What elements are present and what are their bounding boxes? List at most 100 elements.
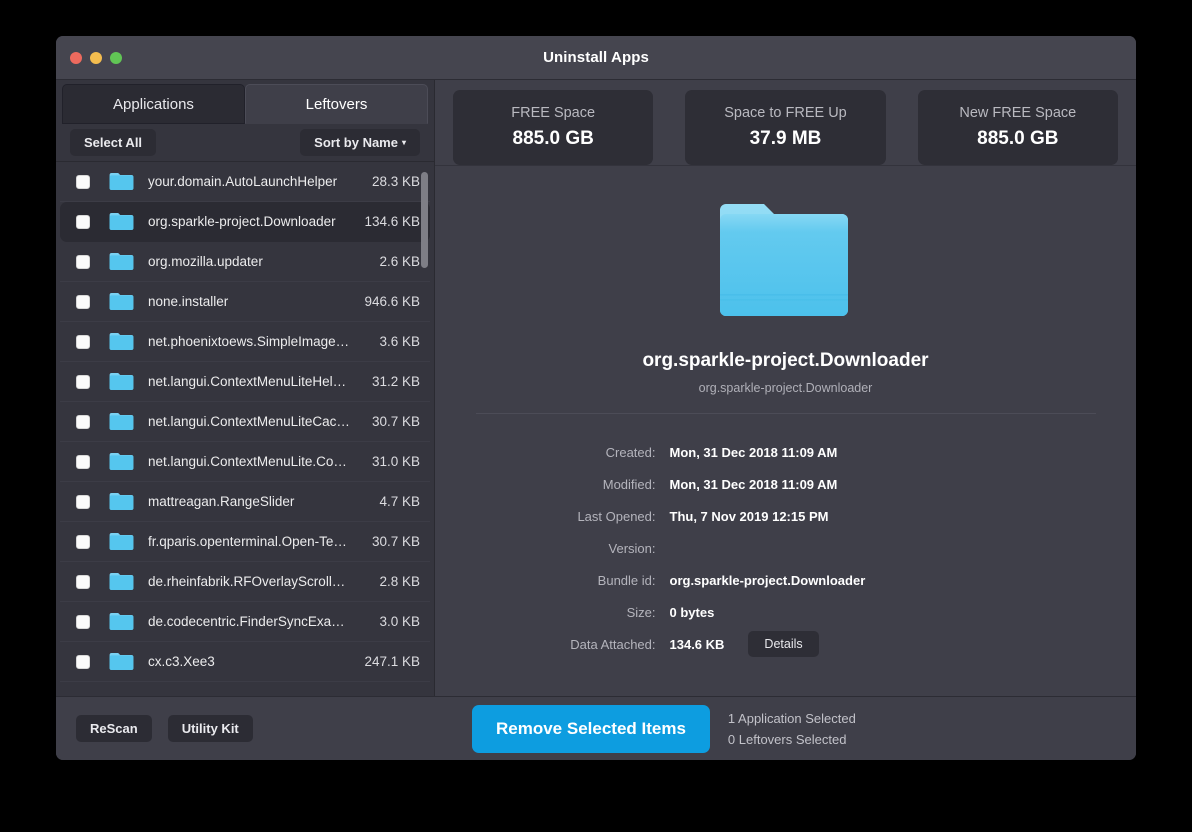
tab-applications[interactable]: Applications [62,84,245,124]
list-item-size: 2.8 KB [379,574,420,589]
tab-applications-label: Applications [113,95,194,113]
list-item[interactable]: your.domain.AutoLaunchHelper 28.3 KB [60,162,430,202]
detail-subtitle: org.sparkle-project.Downloader [698,381,873,395]
list-item-name: net.phoenixtoews.SimpleImage… [148,334,350,349]
list-item[interactable]: cx.c3.Xee3 247.1 KB [60,642,430,682]
item-checkbox[interactable] [76,414,90,429]
item-checkbox[interactable] [76,614,90,629]
stat-card-label: New FREE Space [959,105,1077,121]
list-item-size: 134.6 KB [364,214,420,229]
list-item-name: fr.qparis.openterminal.Open-Te… [148,534,347,549]
list-item-name: cx.c3.Xee3 [148,654,215,669]
detail-field-row: Created: Mon, 31 Dec 2018 11:09 AM [476,436,1096,468]
detail-field-value: Mon, 31 Dec 2018 11:09 AM [669,444,838,460]
detail-field-value: org.sparkle-project.Downloader [669,572,866,588]
rescan-button[interactable]: ReScan [76,715,152,742]
folder-icon [716,198,856,322]
list-toolbar: Select All Sort by Name ▾ [56,124,434,162]
details-button-label: Details [764,637,803,651]
item-checkbox[interactable] [76,494,90,509]
list-item[interactable]: net.langui.ContextMenuLite.Co… 31.0 KB [60,442,430,482]
rescan-label: ReScan [90,721,138,736]
list-item[interactable]: net.langui.ContextMenuLiteCac… 30.7 KB [60,402,430,442]
item-checkbox[interactable] [76,174,90,189]
list-item-name: mattreagan.RangeSlider [148,494,295,509]
list-item-size: 247.1 KB [364,654,420,669]
item-checkbox[interactable] [76,214,90,229]
folder-icon [109,292,134,311]
item-checkbox[interactable] [76,334,90,349]
stat-card: New FREE Space 885.0 GB [917,90,1118,165]
right-pane: FREE Space 885.0 GB Space to FREE Up 37.9 M… [435,80,1136,696]
detail-field-value: Mon, 31 Dec 2018 11:09 AM [669,476,838,492]
remove-selected-items-label: Remove Selected Items [496,718,686,738]
left-pane: Applications Leftovers Select All Sort b… [56,80,435,696]
utility-kit-button[interactable]: Utility Kit [167,715,253,742]
folder-icon [109,652,134,671]
detail-fields: Created: Mon, 31 Dec 2018 11:09 AM Modifie… [476,436,1096,660]
detail-field-value: 0 bytes [669,604,715,620]
list-item-name: de.codecentric.FinderSyncExa… [148,614,345,629]
tab-bar: Applications Leftovers [56,80,434,124]
stat-card: FREE Space 885.0 GB [453,90,654,165]
detail-panel: org.sparkle-project.Downloader org.spark… [435,166,1136,696]
detail-field-value: 134.6 KB [669,636,725,652]
footer-left-actions: ReScan Utility Kit [56,715,435,742]
item-checkbox[interactable] [76,294,90,309]
list-item[interactable]: org.mozilla.updater 2.6 KB [60,242,430,282]
list-item-name: none.installer [148,294,229,309]
sort-dropdown[interactable]: Sort by Name ▾ [300,129,420,156]
list-item[interactable]: net.langui.ContextMenuLiteHel… 31.2 KB [60,362,430,402]
item-checkbox[interactable] [76,254,90,269]
selection-status-leftovers: 0 Leftovers Selected [727,731,847,747]
selection-status-applications: 1 Application Selected [727,710,856,726]
list-scrollbar[interactable] [421,172,428,268]
list-item-name: net.langui.ContextMenuLiteHel… [148,374,347,389]
selection-status: 1 Application Selected 0 Leftovers Selec… [728,711,856,747]
select-all-label: Select All [84,135,143,150]
item-checkbox[interactable] [76,454,90,469]
list-item-size: 30.7 KB [371,534,420,549]
folder-icon [109,492,134,511]
sort-dropdown-label: Sort by Name [314,135,398,150]
folder-icon [109,172,134,191]
remove-selected-items-button[interactable]: Remove Selected Items [472,704,710,753]
stat-card-value: 37.9 MB [749,128,822,149]
detail-field-label: Last Opened: [577,508,656,524]
list-item[interactable]: org.sparkle-project.Downloader 134.6 KB [60,202,430,242]
stat-card: Space to FREE Up 37.9 MB [685,90,886,165]
details-button[interactable]: Details [748,631,819,657]
stat-card-value: 885.0 GB [977,128,1059,149]
detail-divider [475,413,1096,414]
tab-leftovers[interactable]: Leftovers [245,84,428,124]
chevron-down-icon: ▾ [401,138,406,147]
item-checkbox[interactable] [76,654,90,669]
list-item-size: 946.6 KB [364,294,420,309]
folder-icon [109,452,134,471]
leftovers-list-container: your.domain.AutoLaunchHelper 28.3 KB org.s… [56,162,434,696]
detail-field-label: Created: [605,444,656,460]
list-item[interactable]: de.rheinfabrik.RFOverlayScroll… 2.8 KB [60,562,430,602]
list-item[interactable]: none.installer 946.6 KB [60,282,430,322]
footer-bar: ReScan Utility Kit Remove Selected Items… [56,696,1136,760]
item-checkbox[interactable] [76,574,90,589]
item-checkbox[interactable] [76,534,90,549]
detail-title: org.sparkle-project.Downloader [642,350,929,371]
list-item-size: 28.3 KB [371,174,420,189]
window-title: Uninstall Apps [543,49,649,66]
title-bar: Uninstall Apps [56,36,1136,80]
list-item-name: org.sparkle-project.Downloader [148,214,336,229]
list-item[interactable]: mattreagan.RangeSlider 4.7 KB [60,482,430,522]
list-item[interactable]: fr.qparis.openterminal.Open-Te… 30.7 KB [60,522,430,562]
folder-icon [109,412,134,431]
leftovers-list[interactable]: your.domain.AutoLaunchHelper 28.3 KB org.s… [56,162,434,696]
select-all-button[interactable]: Select All [70,129,157,156]
item-checkbox[interactable] [76,374,90,389]
list-item[interactable]: net.phoenixtoews.SimpleImage… 3.6 KB [60,322,430,362]
list-item-size: 30.7 KB [371,414,420,429]
list-item-name: net.langui.ContextMenuLite.Co… [148,454,347,469]
list-item[interactable]: de.codecentric.FinderSyncExa… 3.0 KB [60,602,430,642]
app-window: Uninstall Apps Applications Leftovers Se… [56,36,1136,760]
window-body: Applications Leftovers Select All Sort b… [56,80,1136,696]
list-item-size: 3.6 KB [379,334,420,349]
